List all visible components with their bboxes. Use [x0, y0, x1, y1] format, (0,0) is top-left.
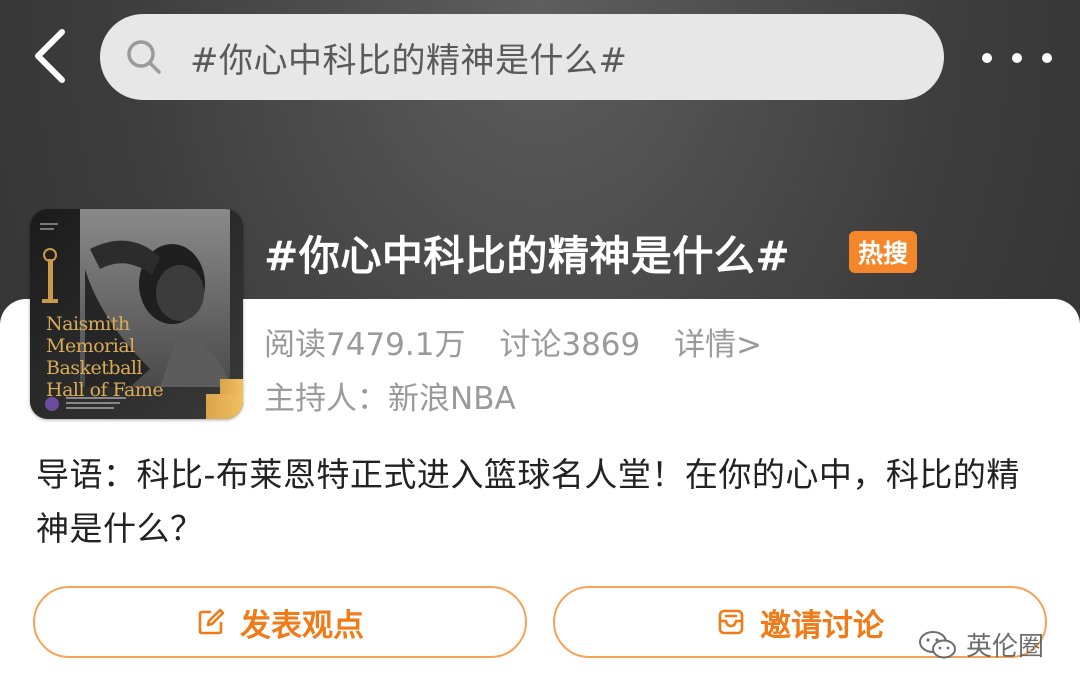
topic-cover-image: Naismith Memorial Basketball Hall of Fam…: [30, 209, 243, 419]
wechat-icon: [919, 630, 956, 658]
search-bar[interactable]: #你心中科比的精神是什么#: [100, 14, 944, 100]
more-options-button[interactable]: [982, 38, 1052, 78]
topic-stats: 阅读7479.1万 讨论3869 详情>: [264, 319, 762, 364]
topic-page: #你心中科比的精神是什么# Naismith Memorial Basketba…: [0, 0, 1080, 695]
more-dot-icon: [1012, 53, 1022, 63]
discussion-count: 讨论3869: [499, 327, 641, 363]
details-link[interactable]: 详情>: [674, 327, 762, 363]
cover-caption-line: Basketball: [46, 357, 143, 379]
back-button[interactable]: [26, 24, 76, 88]
mail-icon: [718, 609, 744, 635]
post-opinion-button[interactable]: 发表观点: [33, 586, 527, 658]
cover-caption-line: Naismith: [46, 313, 130, 335]
cover-caption-line: Hall of Fame: [46, 379, 164, 401]
read-count: 阅读7479.1万: [264, 327, 466, 363]
topic-title: #你心中科比的精神是什么#: [264, 232, 791, 280]
watermark-text: 英伦圈: [966, 632, 1045, 662]
search-icon: [127, 40, 161, 74]
more-dot-icon: [982, 53, 992, 63]
post-opinion-label: 发表观点: [240, 607, 364, 644]
topic-host: 主持人：新浪NBA: [264, 381, 516, 417]
watermark: 英伦圈: [918, 626, 1044, 663]
cover-caption-line: Memorial: [46, 335, 135, 357]
hot-badge: 热搜: [849, 231, 917, 273]
more-dot-icon: [1042, 53, 1052, 63]
edit-icon: [198, 608, 225, 635]
search-query: #你心中科比的精神是什么#: [190, 40, 628, 81]
topic-intro: 导语：科比-布莱恩特正式进入篮球名人堂！在你的心中，科比的精神是什么？: [36, 455, 1020, 548]
cover-caption: Naismith Memorial Basketball Hall of Fam…: [46, 313, 164, 401]
invite-discussion-label: 邀请讨论: [760, 607, 884, 644]
chevron-left-icon: [35, 29, 65, 83]
